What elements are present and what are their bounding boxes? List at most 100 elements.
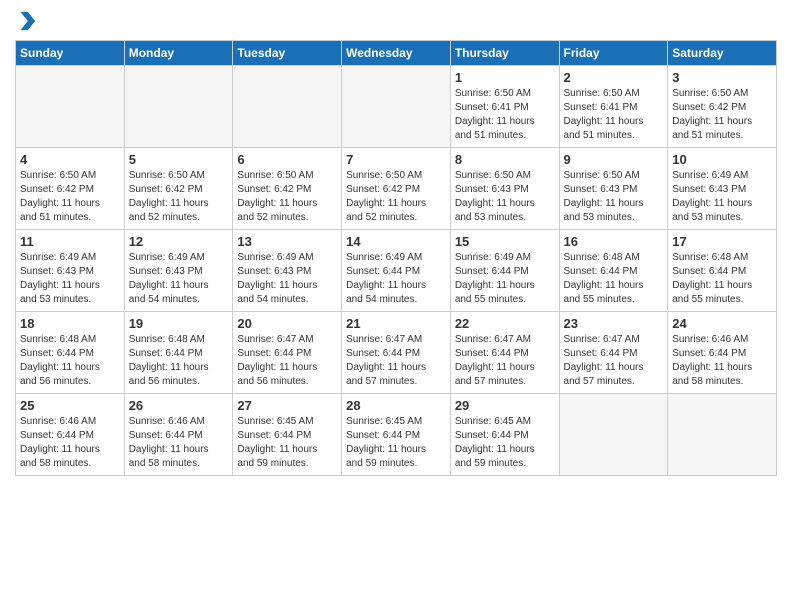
day-info: Sunrise: 6:48 AM Sunset: 6:44 PM Dayligh…: [564, 251, 664, 307]
calendar-cell: 20Sunrise: 6:47 AM Sunset: 6:44 PM Dayli…: [233, 312, 342, 394]
day-info: Sunrise: 6:48 AM Sunset: 6:44 PM Dayligh…: [20, 333, 120, 389]
day-number: 29: [455, 398, 555, 413]
day-info: Sunrise: 6:47 AM Sunset: 6:44 PM Dayligh…: [346, 333, 446, 389]
calendar-cell: 29 Sunrise: 6:45 AM Sunset: 6:44 PM Dayli…: [450, 394, 559, 476]
day-number: 12: [129, 234, 229, 249]
day-info: Sunrise: 6:46 AM Sunset: 6:44 PM Dayligh…: [20, 415, 120, 471]
weekday-header-sunday: Sunday: [16, 41, 125, 66]
day-number: 2: [564, 70, 664, 85]
calendar-cell: 16 Sunrise: 6:48 AM Sunset: 6:44 PM Dayli…: [559, 230, 668, 312]
day-number: 21: [346, 316, 446, 331]
day-info: Sunrise: 6:46 AM Sunset: 6:44 PM Dayligh…: [129, 415, 229, 471]
day-info: Sunrise: 6:48 AM Sunset: 6:44 PM Dayligh…: [129, 333, 229, 389]
page: SundayMondayTuesdayWednesdayThursdayFrid…: [0, 0, 792, 612]
day-number: 1: [455, 70, 555, 85]
calendar-cell: [124, 66, 233, 148]
calendar-cell: 10Sunrise: 6:49 AM Sunset: 6:43 PM Dayli…: [668, 148, 777, 230]
day-info: Sunrise: 6:49 AM Sunset: 6:44 PM Dayligh…: [346, 251, 446, 307]
day-number: 25: [20, 398, 120, 413]
calendar-cell: 12Sunrise: 6:49 AM Sunset: 6:43 PM Dayli…: [124, 230, 233, 312]
calendar-cell: 1 Sunrise: 6:50 AM Sunset: 6:41 PM Daylig…: [450, 66, 559, 148]
week-row-3: 18 Sunrise: 6:48 AM Sunset: 6:44 PM Dayli…: [16, 312, 777, 394]
calendar-cell: 2 Sunrise: 6:50 AM Sunset: 6:41 PM Daylig…: [559, 66, 668, 148]
calendar-cell: 26Sunrise: 6:46 AM Sunset: 6:44 PM Dayli…: [124, 394, 233, 476]
weekday-header-saturday: Saturday: [668, 41, 777, 66]
weekday-header-friday: Friday: [559, 41, 668, 66]
day-number: 18: [20, 316, 120, 331]
weekday-header-monday: Monday: [124, 41, 233, 66]
calendar-cell: 6 Sunrise: 6:50 AM Sunset: 6:42 PM Daylig…: [233, 148, 342, 230]
weekday-header-wednesday: Wednesday: [342, 41, 451, 66]
weekday-header-row: SundayMondayTuesdayWednesdayThursdayFrid…: [16, 41, 777, 66]
calendar-cell: 27 Sunrise: 6:45 AM Sunset: 6:44 PM Dayli…: [233, 394, 342, 476]
logo: [15, 10, 41, 32]
day-number: 4: [20, 152, 120, 167]
day-number: 24: [672, 316, 772, 331]
day-info: Sunrise: 6:50 AM Sunset: 6:41 PM Dayligh…: [455, 87, 555, 143]
calendar-cell: 9 Sunrise: 6:50 AM Sunset: 6:43 PM Daylig…: [559, 148, 668, 230]
day-number: 3: [672, 70, 772, 85]
day-info: Sunrise: 6:45 AM Sunset: 6:44 PM Dayligh…: [237, 415, 337, 471]
day-info: Sunrise: 6:50 AM Sunset: 6:41 PM Dayligh…: [564, 87, 664, 143]
day-number: 7: [346, 152, 446, 167]
day-number: 14: [346, 234, 446, 249]
day-info: Sunrise: 6:49 AM Sunset: 6:43 PM Dayligh…: [237, 251, 337, 307]
day-number: 15: [455, 234, 555, 249]
calendar-cell: 4Sunrise: 6:50 AM Sunset: 6:42 PM Daylig…: [16, 148, 125, 230]
day-info: Sunrise: 6:50 AM Sunset: 6:43 PM Dayligh…: [455, 169, 555, 225]
calendar-cell: 3 Sunrise: 6:50 AM Sunset: 6:42 PM Daylig…: [668, 66, 777, 148]
day-number: 17: [672, 234, 772, 249]
day-info: Sunrise: 6:49 AM Sunset: 6:44 PM Dayligh…: [455, 251, 555, 307]
calendar-cell: 28 Sunrise: 6:45 AM Sunset: 6:44 PM Dayli…: [342, 394, 451, 476]
week-row-1: 4 Sunrise: 6:50 AM Sunset: 6:42 PM Daylig…: [16, 148, 777, 230]
day-number: 23: [564, 316, 664, 331]
calendar-cell: 19 Sunrise: 6:48 AM Sunset: 6:44 PM Dayli…: [124, 312, 233, 394]
calendar-cell: [233, 66, 342, 148]
day-number: 16: [564, 234, 664, 249]
day-info: Sunrise: 6:49 AM Sunset: 6:43 PM Dayligh…: [672, 169, 772, 225]
calendar-cell: 15 Sunrise: 6:49 AM Sunset: 6:44 PM Dayli…: [450, 230, 559, 312]
day-info: Sunrise: 6:49 AM Sunset: 6:43 PM Dayligh…: [20, 251, 120, 307]
day-number: 27: [237, 398, 337, 413]
calendar-cell: 5 Sunrise: 6:50 AM Sunset: 6:42 PM Daylig…: [124, 148, 233, 230]
week-row-2: 11 Sunrise: 6:49 AM Sunset: 6:43 PM Dayli…: [16, 230, 777, 312]
day-number: 19: [129, 316, 229, 331]
day-info: Sunrise: 6:50 AM Sunset: 6:42 PM Dayligh…: [129, 169, 229, 225]
calendar-cell: 14 Sunrise: 6:49 AM Sunset: 6:44 PM Dayli…: [342, 230, 451, 312]
day-number: 5: [129, 152, 229, 167]
header: [15, 10, 777, 32]
day-number: 9: [564, 152, 664, 167]
day-number: 11: [20, 234, 120, 249]
day-info: Sunrise: 6:46 AM Sunset: 6:44 PM Dayligh…: [672, 333, 772, 389]
day-number: 28: [346, 398, 446, 413]
week-row-4: 25 Sunrise: 6:46 AM Sunset: 6:44 PM Dayli…: [16, 394, 777, 476]
calendar-cell: 18 Sunrise: 6:48 AM Sunset: 6:44 PM Dayli…: [16, 312, 125, 394]
calendar-cell: 13Sunrise: 6:49 AM Sunset: 6:43 PM Dayli…: [233, 230, 342, 312]
calendar-cell: 23Sunrise: 6:47 AM Sunset: 6:44 PM Dayli…: [559, 312, 668, 394]
weekday-header-thursday: Thursday: [450, 41, 559, 66]
calendar-cell: [559, 394, 668, 476]
calendar-cell: [16, 66, 125, 148]
day-info: Sunrise: 6:50 AM Sunset: 6:42 PM Dayligh…: [672, 87, 772, 143]
day-info: Sunrise: 6:50 AM Sunset: 6:43 PM Dayligh…: [564, 169, 664, 225]
calendar-cell: 21 Sunrise: 6:47 AM Sunset: 6:44 PM Dayli…: [342, 312, 451, 394]
day-info: Sunrise: 6:50 AM Sunset: 6:42 PM Dayligh…: [237, 169, 337, 225]
day-info: Sunrise: 6:48 AM Sunset: 6:44 PM Dayligh…: [672, 251, 772, 307]
calendar-cell: 25 Sunrise: 6:46 AM Sunset: 6:44 PM Dayli…: [16, 394, 125, 476]
logo-icon: [15, 10, 37, 32]
calendar-cell: [668, 394, 777, 476]
day-number: 22: [455, 316, 555, 331]
day-info: Sunrise: 6:47 AM Sunset: 6:44 PM Dayligh…: [455, 333, 555, 389]
day-number: 8: [455, 152, 555, 167]
day-number: 6: [237, 152, 337, 167]
day-info: Sunrise: 6:45 AM Sunset: 6:44 PM Dayligh…: [455, 415, 555, 471]
calendar-cell: 22 Sunrise: 6:47 AM Sunset: 6:44 PM Dayli…: [450, 312, 559, 394]
day-info: Sunrise: 6:45 AM Sunset: 6:44 PM Dayligh…: [346, 415, 446, 471]
calendar-cell: 8 Sunrise: 6:50 AM Sunset: 6:43 PM Daylig…: [450, 148, 559, 230]
calendar-cell: [342, 66, 451, 148]
weekday-header-tuesday: Tuesday: [233, 41, 342, 66]
day-number: 20: [237, 316, 337, 331]
calendar-cell: 11 Sunrise: 6:49 AM Sunset: 6:43 PM Dayli…: [16, 230, 125, 312]
week-row-0: 1 Sunrise: 6:50 AM Sunset: 6:41 PM Daylig…: [16, 66, 777, 148]
calendar-cell: 17 Sunrise: 6:48 AM Sunset: 6:44 PM Dayli…: [668, 230, 777, 312]
